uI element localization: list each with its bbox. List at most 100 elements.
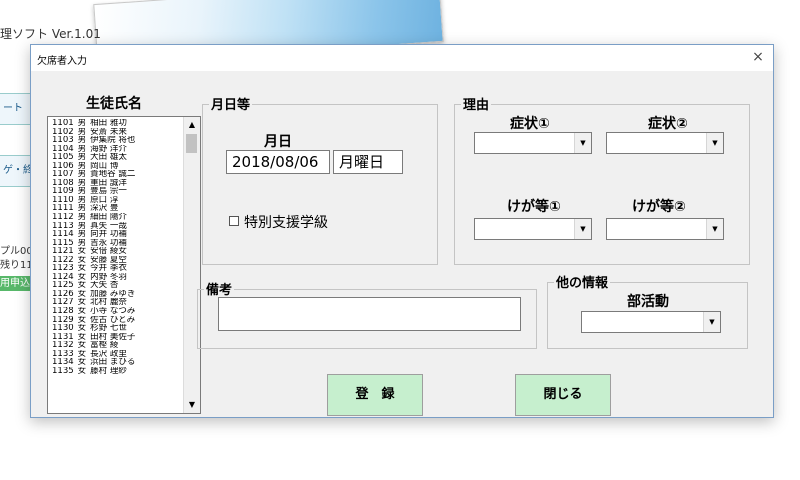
student-name: 原口 淳: [90, 195, 119, 205]
scroll-down-icon[interactable]: ▼: [184, 397, 200, 413]
student-id: 1122: [52, 255, 74, 265]
student-list-item[interactable]: 1123 女今井 季衣: [48, 264, 184, 273]
student-list-scrollbar[interactable]: ▲ ▼: [183, 117, 200, 413]
student-id: 1126: [52, 289, 74, 299]
student-list-item[interactable]: 1111 男深沢 豊: [48, 204, 184, 213]
student-sex: 男: [77, 161, 87, 171]
student-list-item[interactable]: 1110 男原口 淳: [48, 196, 184, 205]
symptom2-select[interactable]: ▼: [606, 132, 724, 154]
student-list-item[interactable]: 1113 男真矢 一哉: [48, 222, 184, 231]
student-id: 1109: [52, 187, 74, 196]
student-list-item[interactable]: 1114 男向井 功補: [48, 230, 184, 239]
student-list-item[interactable]: 1115 男吉永 功補: [48, 239, 184, 248]
student-name: 小寺 なつみ: [90, 307, 136, 316]
student-listbox[interactable]: 1101 男相田 雅功 1102 男安斎 未来 1103 男伊集院 将也 1104 男海野 洋…: [47, 116, 201, 414]
student-list-item[interactable]: 1103 男伊集院 将也: [48, 136, 184, 145]
student-list-item[interactable]: 1135 女藤村 理紗: [48, 367, 184, 376]
student-name: 大田 雄太: [90, 153, 127, 162]
student-id: 1108: [52, 178, 74, 188]
student-list-item[interactable]: 1108 男重田 誠洋: [48, 179, 184, 188]
student-list-item[interactable]: 1107 男貴地谷 誠二: [48, 170, 184, 179]
student-list-item[interactable]: 1104 男海野 洋介: [48, 145, 184, 154]
student-sex: 男: [77, 204, 87, 214]
chevron-down-icon[interactable]: ▼: [706, 133, 723, 153]
student-name: 長沢 政里: [90, 349, 127, 359]
student-name: 佐古 ひとみ: [90, 315, 136, 325]
weekday-display: 月曜日: [333, 150, 403, 174]
student-name: 貴地谷 誠二: [90, 170, 136, 179]
chevron-down-icon[interactable]: ▼: [574, 219, 591, 239]
student-name: 富樫 綾: [90, 341, 119, 350]
student-list-item[interactable]: 1102 男安斎 未来: [48, 128, 184, 137]
student-name: 安藤 夏空: [90, 255, 127, 265]
close-button[interactable]: 閉じる: [515, 374, 611, 416]
student-id: 1104: [52, 144, 74, 154]
club-select[interactable]: ▼: [581, 311, 721, 333]
student-list-item[interactable]: 1130 女杉野 七世: [48, 324, 184, 333]
student-list-item[interactable]: 1121 女安倍 綾女: [48, 247, 184, 256]
scroll-thumb[interactable]: [186, 134, 197, 153]
student-sex: 男: [77, 178, 87, 188]
student-id: 1129: [52, 315, 74, 325]
student-id: 1125: [52, 281, 74, 290]
student-list-item[interactable]: 1131 女田村 美佐子: [48, 333, 184, 342]
club-label: 部活動: [627, 294, 669, 310]
student-sex: 女: [77, 324, 87, 333]
student-list-item[interactable]: 1112 男細田 陽介: [48, 213, 184, 222]
student-list-item[interactable]: 1134 女浜田 まひる: [48, 358, 184, 367]
student-name: 海野 洋介: [90, 144, 127, 154]
student-sex: 女: [77, 289, 87, 299]
register-button[interactable]: 登 録: [327, 374, 423, 416]
student-list-item[interactable]: 1125 女大矢 杏: [48, 281, 184, 290]
student-name: 向井 功補: [90, 230, 127, 239]
student-list-item[interactable]: 1128 女小寺 なつみ: [48, 307, 184, 316]
student-list-item[interactable]: 1126 女加藤 みゆき: [48, 290, 184, 299]
chevron-down-icon[interactable]: ▼: [574, 133, 591, 153]
student-id: 1127: [52, 298, 74, 308]
student-sex: 女: [77, 307, 87, 316]
background-app-title: 理ソフト Ver.1.01: [0, 27, 101, 41]
chevron-down-icon[interactable]: ▼: [706, 219, 723, 239]
chevron-down-icon[interactable]: ▼: [703, 312, 720, 332]
student-sex: 女: [77, 272, 87, 282]
reason-group: 理由: [454, 94, 750, 265]
student-list-item[interactable]: 1124 女内野 冬羽: [48, 273, 184, 282]
background-button-3[interactable]: 用申込: [0, 276, 31, 291]
student-id: 1135: [52, 366, 74, 376]
student-id: 1111: [52, 204, 74, 214]
student-sex: 女: [77, 366, 87, 376]
close-icon[interactable]: ×: [743, 45, 773, 71]
student-sex: 男: [77, 170, 87, 179]
student-name: 岡山 博: [90, 161, 119, 171]
student-sex: 男: [77, 153, 87, 162]
date-input[interactable]: 2018/08/06: [226, 150, 330, 174]
student-name: 加藤 みゆき: [90, 289, 136, 299]
student-list-header: 生徒氏名: [86, 96, 142, 112]
student-sex: 男: [77, 238, 87, 248]
student-sex: 男: [77, 213, 87, 222]
student-list-item[interactable]: 1127 女北村 麗奈: [48, 298, 184, 307]
student-list-item[interactable]: 1106 男岡山 博: [48, 162, 184, 171]
student-list-items: 1101 男相田 雅功 1102 男安斎 未来 1103 男伊集院 将也 1104 男海野 洋…: [48, 119, 184, 375]
student-name: 田村 美佐子: [90, 332, 136, 342]
student-list-item[interactable]: 1132 女富樫 綾: [48, 341, 184, 350]
date-group: 月日等: [202, 94, 438, 265]
student-sex: 男: [77, 221, 87, 231]
injury1-select[interactable]: ▼: [474, 218, 592, 240]
student-list-item[interactable]: 1129 女佐古 ひとみ: [48, 316, 184, 325]
student-list-item[interactable]: 1109 男豊島 宗一: [48, 187, 184, 196]
special-support-checkbox[interactable]: [229, 216, 239, 226]
reason-group-caption: 理由: [461, 94, 492, 113]
student-list-item[interactable]: 1133 女長沢 政里: [48, 350, 184, 359]
remarks-input[interactable]: [218, 297, 521, 331]
student-list-item[interactable]: 1122 女安藤 夏空: [48, 256, 184, 265]
symptom1-select[interactable]: ▼: [474, 132, 592, 154]
student-name: 吉永 功補: [90, 238, 127, 248]
student-sex: 女: [77, 341, 87, 350]
student-list-item[interactable]: 1105 男大田 雄太: [48, 153, 184, 162]
scroll-up-icon[interactable]: ▲: [184, 117, 200, 133]
student-sex: 男: [77, 136, 87, 145]
student-list-item[interactable]: 1101 男相田 雅功: [48, 119, 184, 128]
dialog-title: 欠席者入力: [37, 56, 87, 67]
injury2-select[interactable]: ▼: [606, 218, 724, 240]
